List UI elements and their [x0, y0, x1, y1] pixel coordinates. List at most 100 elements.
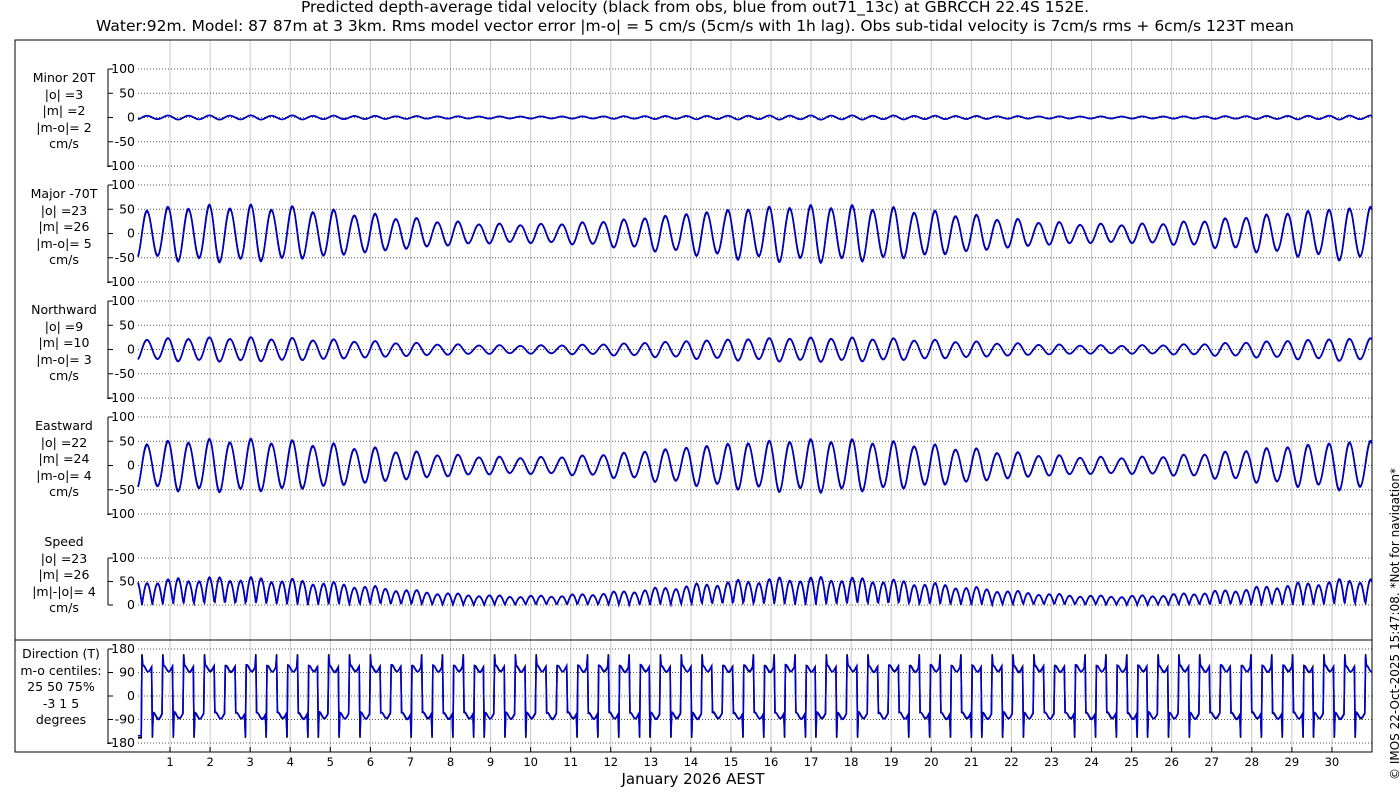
grid-layer [138, 40, 1373, 752]
x-tick-label: 21 [964, 755, 979, 769]
y-tick-label: -50 [115, 134, 135, 149]
x-tick-label: 3 [247, 755, 254, 769]
y-tick-label: 180 [111, 641, 135, 656]
y-tick-label: 0 [127, 597, 135, 612]
panel-label-line: |m-o|= 5 [36, 235, 92, 251]
x-axis-label: January 2026 AEST [621, 770, 766, 788]
axes-layer [14, 39, 1373, 753]
x-tick-label: 6 [367, 755, 374, 769]
series-obs-major [137, 204, 1373, 263]
y-tick-label: 0 [127, 688, 135, 703]
y-tick-label: 100 [111, 550, 135, 565]
y-tick-label: 100 [111, 293, 135, 308]
panel-label-line: cm/s [49, 368, 79, 383]
x-tick-label: 22 [1004, 755, 1019, 769]
series-model-north [137, 336, 1373, 363]
panel-label-line: |m| =26 [38, 567, 90, 582]
series-obs-east [137, 438, 1373, 493]
x-tick-label: 13 [644, 755, 659, 769]
upper-frame [14, 39, 1373, 641]
panel-label-line: |m-o|= 3 [36, 351, 92, 367]
x-tick-label: 30 [1325, 755, 1340, 769]
panel-east [137, 437, 1373, 494]
panel-label-line: Minor 20T [32, 70, 96, 85]
y-tick-label: -50 [115, 250, 135, 265]
y-tick-label: 50 [119, 574, 135, 589]
y-tick-label: 50 [119, 317, 135, 332]
y-tick-label: -180 [107, 735, 135, 750]
panel-dir [138, 654, 1373, 739]
panel-label-line: degrees [35, 712, 87, 727]
y-tick-label: 0 [127, 110, 135, 125]
x-tick-label: 11 [563, 755, 578, 769]
panel-north [137, 336, 1373, 363]
x-tick-label: 24 [1084, 755, 1099, 769]
panel-label-line: cm/s [49, 252, 79, 267]
series-obs-north [137, 336, 1373, 363]
panel-label-line: Eastward [35, 418, 93, 433]
panel-label-line: cm/s [49, 600, 79, 615]
series-model-speed [137, 575, 1373, 608]
panel-label-line: |m| =10 [38, 335, 90, 350]
panel-label-line: |m| =26 [38, 219, 90, 234]
x-tick-label: 8 [447, 755, 454, 769]
x-tick-label: 19 [884, 755, 899, 769]
x-tick-label: 16 [764, 755, 779, 769]
x-tick-label: 26 [1164, 755, 1179, 769]
panel-label-speed: Speed |o| =23 |m| =26 |m|-|o|= 4 cm/s [24, 534, 104, 617]
y-tick-label: 100 [111, 61, 135, 76]
panel-label-line: |o| =22 [40, 434, 88, 450]
panel-label-line: |o| =23 [40, 202, 88, 218]
y-tick-label: -100 [107, 506, 135, 521]
panel-label-minor: Minor 20T |o| =3 |m| =2 |m-o|= 2 cm/s [24, 70, 104, 153]
panel-label-line: |o| =23 [40, 550, 88, 566]
panel-label-line: m-o centiles: [20, 662, 102, 678]
x-tick-label: 1 [166, 755, 173, 769]
x-tick-label: 15 [724, 755, 739, 769]
panel-label-line: Speed [44, 534, 84, 549]
panel-label-line: |m-o|= 4 [36, 467, 92, 483]
y-tick-label: 0 [127, 226, 135, 241]
panel-label-line: -3 1 5 [42, 695, 80, 711]
series-model-minor [137, 114, 1373, 121]
panel-label-line: Northward [31, 302, 97, 317]
x-tick-label: 10 [523, 755, 538, 769]
y-tick-label: 50 [119, 433, 135, 448]
panel-label-east: Eastward |o| =22 |m| =24 |m-o|= 4 cm/s [24, 418, 104, 501]
x-tick-label: 18 [844, 755, 859, 769]
x-tick-label: 4 [287, 755, 294, 769]
panel-label-dir: Direction (T) m-o centiles: 25 50 75% -3 1 … [18, 646, 104, 729]
x-tick-label: 14 [684, 755, 699, 769]
series-layer [137, 114, 1373, 739]
x-tick-label: 12 [603, 755, 618, 769]
x-tick-label: 25 [1124, 755, 1139, 769]
y-tick-label: 90 [119, 665, 135, 680]
panel-minor [137, 114, 1373, 121]
panel-label-north: Northward |o| =9 |m| =10 |m-o|= 3 cm/s [24, 302, 104, 385]
y-tick-label: -90 [115, 712, 135, 727]
panel-label-line: |o| =9 [44, 318, 84, 334]
panel-label-major: Major -70T |o| =23 |m| =26 |m-o|= 5 cm/s [24, 186, 104, 269]
y-tick-label: 50 [119, 201, 135, 216]
y-tick-label: -100 [107, 274, 135, 289]
y-tick-label: 0 [127, 458, 135, 473]
series-obs-dir [138, 654, 1373, 739]
copyright-notice: © IMOS 22-Oct-2025 15:47:08. *Not for na… [1388, 468, 1400, 780]
x-tick-label: 28 [1244, 755, 1259, 769]
panel-label-line: |m|-|o|= 4 [32, 583, 96, 599]
x-tick-label: 7 [407, 755, 414, 769]
y-tick-label: -50 [115, 366, 135, 381]
panel-label-line: cm/s [49, 136, 79, 151]
x-tick-label: 20 [924, 755, 939, 769]
panel-label-line: 25 50 75% [27, 679, 95, 694]
panel-major [137, 203, 1373, 265]
tidal-velocity-chart: 1 2 3 4 5 6 7 8 9 10 11 12 13 14 15 16 17 18 19 20 21 22 23 24 2… [14, 39, 1373, 788]
y-tick-label: 100 [111, 409, 135, 424]
panel-label-line: |m| =2 [42, 103, 86, 118]
panel-label-line: |o| =3 [44, 86, 84, 102]
x-tick-label: 17 [804, 755, 819, 769]
y-tick-label: -100 [107, 390, 135, 405]
y-tick-label: -100 [107, 158, 135, 173]
panel-speed [137, 575, 1373, 608]
panel-label-line: cm/s [49, 484, 79, 499]
